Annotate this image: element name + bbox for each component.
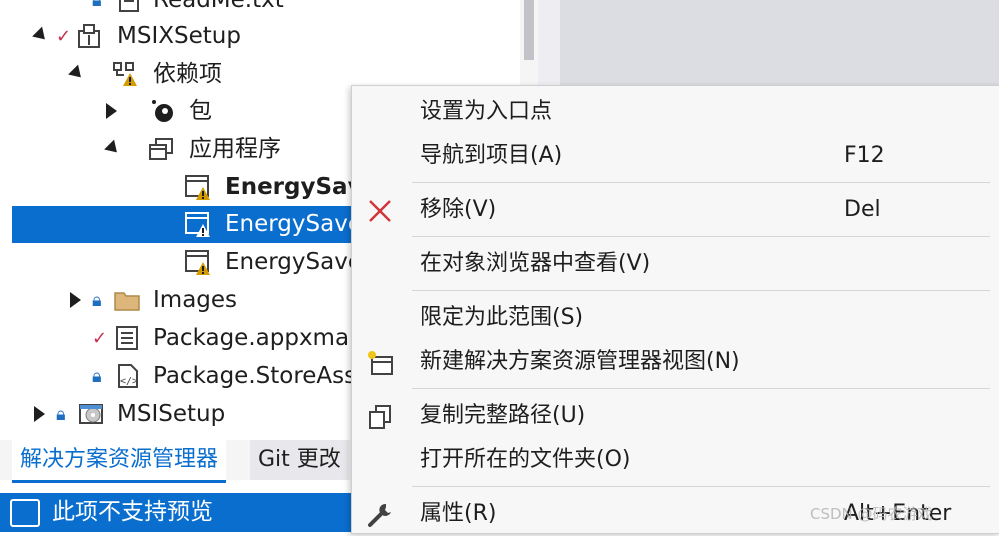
menu-item-label: 新建解决方案资源管理器视图(N): [420, 349, 740, 374]
menu-item-shortcut: Del: [844, 197, 881, 222]
menu-item-set-entry-point[interactable]: 设置为入口点: [352, 90, 999, 134]
checkmark-icon: ✓: [56, 26, 72, 47]
package-project-icon: [78, 24, 100, 48]
tab-solution-explorer[interactable]: 解决方案资源管理器: [12, 440, 227, 483]
wrench-icon: [368, 503, 391, 527]
collapse-arrow-icon[interactable]: [70, 292, 81, 308]
menu-item-navigate-to-project[interactable]: 导航到项目(A) F12: [352, 134, 999, 178]
menu-item-label: 限定为此范围(S): [420, 305, 584, 330]
menu-item-open-containing-folder[interactable]: 打开所在的文件夹(O): [352, 438, 999, 482]
menu-item-copy-full-path[interactable]: 复制完整路径(U): [352, 394, 999, 438]
expand-arrow-icon[interactable]: [104, 139, 122, 158]
tree-item-label: EnergySav: [225, 174, 363, 200]
app-warning-icon: [185, 175, 210, 200]
tree-item-label: Package.appxmar: [153, 325, 359, 351]
preview-icon: [10, 499, 40, 527]
menu-item-remove[interactable]: 移除(V) Del: [352, 188, 999, 232]
collapse-arrow-icon[interactable]: [34, 406, 45, 422]
copy-icon: [369, 405, 391, 429]
dependencies-warning-icon: [113, 62, 137, 86]
lock-icon: 🔒︎: [92, 290, 102, 311]
tree-item-msixsetup[interactable]: ✓ MSIXSetup: [12, 18, 520, 55]
menu-item-label: 打开所在的文件夹(O): [420, 447, 631, 472]
tree-item-label: 应用程序: [189, 136, 281, 162]
menu-separator: [412, 388, 990, 389]
package-icon: [152, 100, 173, 122]
menu-item-label: 属性(R): [420, 501, 497, 526]
menu-item-label: 移除(V): [420, 197, 497, 222]
tree-item-readme[interactable]: 🔒︎ ReadMe.txt: [12, 0, 520, 19]
tree-item-label: Images: [153, 287, 238, 313]
applications-icon: [149, 138, 173, 160]
expand-arrow-icon[interactable]: [32, 26, 50, 45]
menu-item-view-in-object-browser[interactable]: 在对象浏览器中查看(V): [352, 242, 999, 286]
text-file-icon: [119, 0, 139, 12]
checkmark-icon: ✓: [92, 328, 108, 349]
remove-x-icon: [369, 200, 391, 222]
app-warning-icon: [185, 250, 210, 275]
lock-icon: 🔒︎: [92, 0, 102, 11]
new-view-icon: [368, 351, 393, 375]
watermark: CSDN @码农游戏: [810, 505, 933, 523]
collapse-arrow-icon[interactable]: [106, 103, 117, 119]
menu-item-label: 复制完整路径(U): [420, 403, 586, 428]
status-text: 此项不支持预览: [52, 499, 213, 525]
context-menu: 设置为入口点 导航到项目(A) F12 移除(V) Del 在对象浏览器中查看(…: [351, 85, 999, 534]
menu-item-scope-to-this[interactable]: 限定为此范围(S): [352, 296, 999, 340]
xml-file-icon: </>: [118, 364, 138, 388]
tree-item-label: 包: [189, 98, 212, 124]
tree-item-label: 依赖项: [153, 61, 222, 87]
menu-separator: [412, 182, 990, 183]
lock-icon: 🔒︎: [56, 404, 66, 425]
menu-item-new-explorer-view[interactable]: 新建解决方案资源管理器视图(N): [352, 340, 999, 384]
manifest-icon: [116, 326, 138, 350]
explorer-scrollbar-thumb[interactable]: [524, 0, 534, 60]
lock-icon: 🔒︎: [92, 366, 102, 387]
svg-text:</>: </>: [120, 376, 138, 387]
menu-separator: [412, 236, 990, 237]
tree-item-label: ReadMe.txt: [153, 0, 284, 13]
tree-item-label: EnergySave: [225, 211, 362, 237]
menu-item-label: 设置为入口点: [420, 99, 553, 124]
tab-git-changes[interactable]: Git 更改: [250, 440, 349, 480]
expand-arrow-icon[interactable]: [68, 64, 86, 83]
tree-item-label: Package.StoreAss: [153, 363, 357, 389]
tree-item-label: EnergySave: [225, 249, 362, 275]
menu-item-label: 导航到项目(A): [420, 143, 563, 168]
tree-item-label: MSISetup: [117, 401, 226, 427]
menu-item-label: 在对象浏览器中查看(V): [420, 251, 651, 276]
setup-project-icon: [79, 404, 103, 424]
folder-icon: [114, 292, 140, 311]
tree-item-label: MSIXSetup: [117, 23, 241, 49]
app-warning-icon: [185, 212, 210, 237]
menu-item-shortcut: F12: [844, 143, 885, 168]
menu-separator: [412, 290, 990, 291]
menu-separator: [412, 486, 990, 487]
